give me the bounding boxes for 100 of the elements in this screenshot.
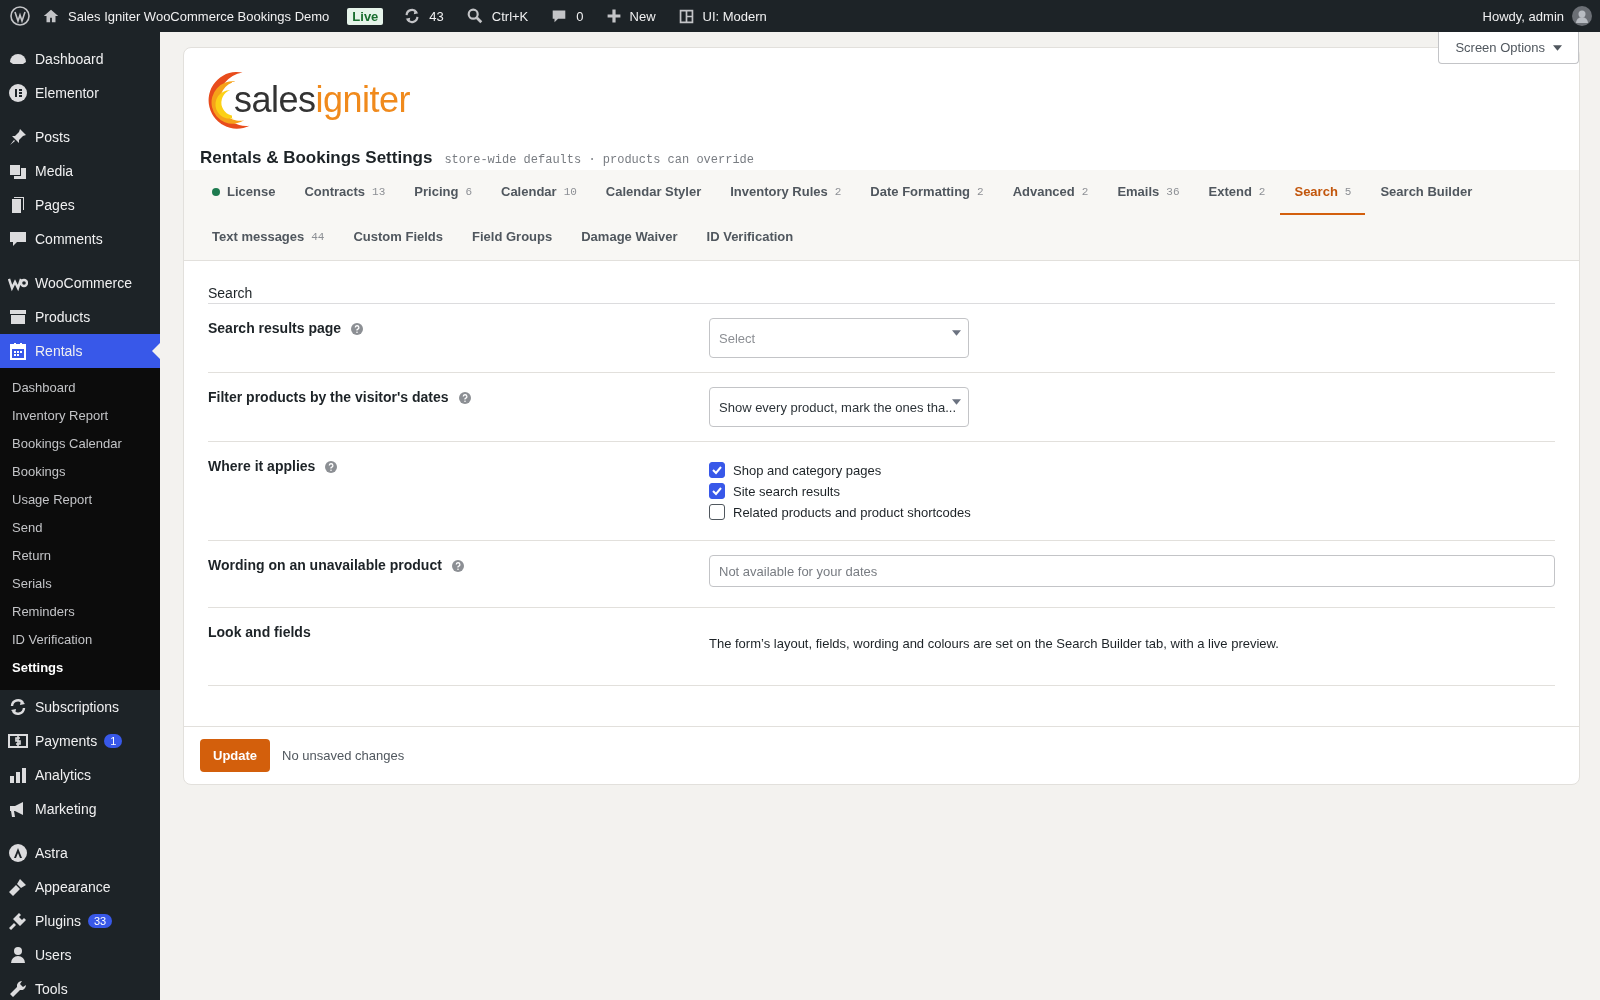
submenu-item[interactable]: ID Verification [0,626,160,654]
sidebar-item[interactable]: Products [0,300,160,334]
count-badge: 1 [104,734,123,748]
settings-tab[interactable]: Contracts 13 [290,170,400,215]
submenu-item[interactable]: Inventory Report [0,402,160,430]
box-icon [8,307,28,327]
layout-icon[interactable] [677,7,695,25]
sidebar-item[interactable]: Elementor [0,76,160,110]
checkbox[interactable] [709,483,725,499]
new-link[interactable]: New [629,8,656,24]
user-icon [8,945,28,965]
field-label: Search results page [208,320,342,336]
settings-tab[interactable]: Custom Fields [339,215,458,260]
settings-tab[interactable]: Date Formatting 2 [856,170,998,215]
wrench-icon [8,979,28,999]
updates-count[interactable]: 43 [429,8,444,24]
brush-icon [8,877,28,897]
page-title: Rentals & Bookings Settings [200,148,433,168]
settings-tab[interactable]: Calendar 10 [487,170,591,215]
submenu-item[interactable]: Serials [0,570,160,598]
submenu-item[interactable]: Return [0,542,160,570]
info-note: The form’s layout, fields, wording and colours are set on the Search Builder tab, with a live preview. [709,635,1280,653]
help-icon[interactable] [451,560,464,572]
help-icon[interactable] [325,461,338,473]
submenu-item[interactable]: Reminders [0,598,160,626]
plug-icon [8,911,28,931]
caret-icon [952,330,961,336]
home-icon[interactable] [42,7,60,25]
submenu-item[interactable]: Bookings Calendar [0,430,160,458]
bars-icon [8,765,28,785]
settings-tab[interactable]: Calendar Styler [591,170,716,215]
settings-tab[interactable]: Emails 36 [1103,170,1194,215]
sidebar-item[interactable]: Tools [0,972,160,1000]
settings-tab[interactable]: Inventory Rules 2 [716,170,856,215]
caret-icon [1553,44,1562,51]
checkbox-option[interactable]: Related products and product shortcodes [709,504,1555,520]
avatar-icon[interactable] [1572,6,1592,26]
sidebar-item[interactable]: Rentals [0,334,160,368]
settings-tab[interactable]: Damage Waiver [567,215,692,260]
sidebar-item[interactable]: Astra [0,836,160,870]
sidebar-item[interactable]: Analytics [0,758,160,792]
sidebar-item[interactable]: Comments [0,222,160,256]
help-icon[interactable] [458,392,471,404]
screen-options-button[interactable]: Screen Options [1438,32,1579,64]
submenu-item[interactable]: Settings [0,654,160,682]
submenu-item[interactable]: Bookings [0,458,160,486]
settings-tab[interactable]: License [198,170,290,215]
checkbox[interactable] [709,504,725,520]
submenu-item[interactable]: Usage Report [0,486,160,514]
help-icon[interactable] [351,323,364,335]
sidebar-item[interactable]: Appearance [0,870,160,904]
settings-tab[interactable]: Field Groups [458,215,567,260]
update-button[interactable]: Update [200,739,271,772]
sidebar-item[interactable]: Posts [0,120,160,154]
count-badge: 33 [87,914,113,928]
submenu-item[interactable]: Send [0,514,160,542]
live-badge: Live [347,7,384,25]
comment-icon [8,229,28,249]
elementor-icon [8,83,28,103]
checkbox[interactable] [709,462,725,478]
field-label: Look and fields [208,624,311,640]
search-shortcut[interactable]: Ctrl+K [491,8,529,24]
sync-icon [8,697,28,717]
submenu-item[interactable]: Dashboard [0,374,160,402]
settings-tab[interactable]: Extend 2 [1194,170,1280,215]
save-status: No unsaved changes [282,748,405,763]
settings-tab[interactable]: Search Builder [1366,170,1487,215]
page-subtitle: store-wide defaults · products can override [444,153,755,167]
field-label: Wording on an unavailable product [208,557,442,573]
settings-tab[interactable]: Search 5 [1280,170,1366,215]
search-icon[interactable] [465,7,484,25]
sidebar-item[interactable]: WooCommerce [0,266,160,300]
text-input[interactable]: Not available for your dates [709,555,1555,587]
greeting[interactable]: Howdy, admin [1482,8,1564,24]
sidebar-item[interactable]: Plugins 33 [0,904,160,938]
sidebar-item[interactable]: Marketing [0,792,160,826]
settings-tab[interactable]: Advanced 2 [998,170,1103,215]
sidebar-item[interactable]: Subscriptions [0,690,160,724]
pin-icon [8,127,28,147]
plus-icon[interactable] [605,8,622,24]
sidebar-item[interactable]: Media [0,154,160,188]
logo-text: salesigniter [232,82,411,118]
settings-tab[interactable]: ID Verification [692,215,808,260]
field-label: Where it applies [208,458,316,474]
sidebar-item[interactable]: Dashboard [0,42,160,76]
comments-count[interactable]: 0 [576,8,584,24]
ui-mode[interactable]: UI: Modern [702,8,767,24]
wordpress-logo-icon[interactable] [10,6,30,26]
site-name[interactable]: Sales Igniter WooCommerce Bookings Demo [68,8,330,24]
sidebar-item[interactable]: Pages [0,188,160,222]
sidebar-item[interactable]: Users [0,938,160,972]
caret-icon [952,399,961,405]
sidebar-item[interactable]: Payments 1 [0,724,160,758]
checkbox-option[interactable]: Site search results [709,483,1555,499]
select-dropdown[interactable]: Show every product, mark the ones tha... [709,387,969,427]
field-label: Filter products by the visitor's dates [208,389,449,405]
settings-tab[interactable]: Pricing 6 [400,170,486,215]
checkbox-option[interactable]: Shop and category pages [709,462,1555,478]
calendar-icon [8,341,28,361]
settings-tab[interactable]: Text messages 44 [198,215,339,260]
